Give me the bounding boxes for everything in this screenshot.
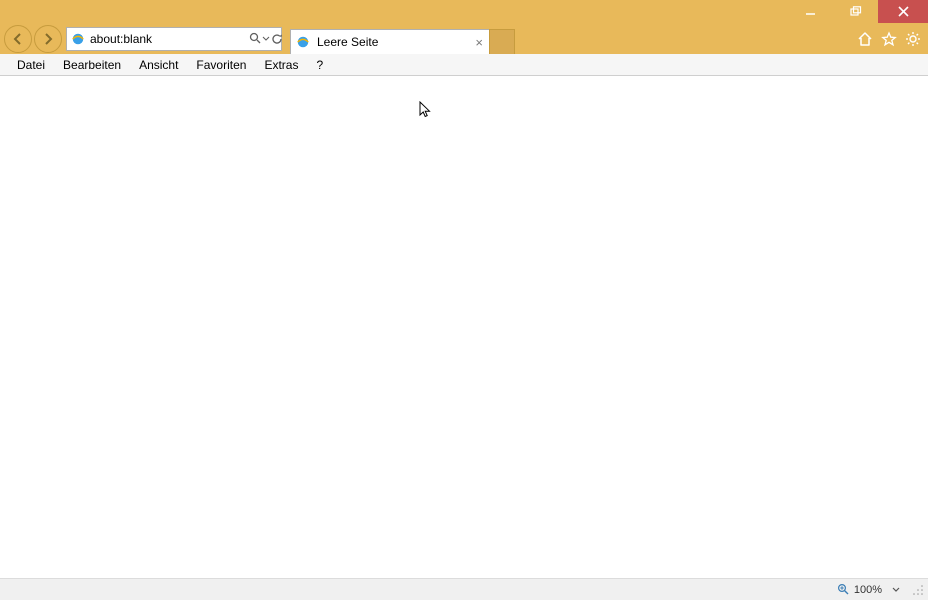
tabstrip: Leere Seite × [290, 23, 515, 54]
search-dropdown-button[interactable] [262, 28, 270, 50]
address-bar [66, 27, 282, 51]
tools-button[interactable] [902, 25, 924, 53]
menu-extras[interactable]: Extras [255, 56, 307, 74]
chevron-down-icon[interactable] [892, 586, 900, 594]
menubar: Datei Bearbeiten Ansicht Favoriten Extra… [0, 54, 928, 76]
resize-grip[interactable] [912, 584, 924, 596]
minimize-button[interactable] [788, 0, 833, 23]
search-button[interactable] [249, 28, 262, 50]
favorites-button[interactable] [878, 25, 900, 53]
zoom-control[interactable]: 100% [837, 583, 900, 596]
back-button[interactable] [4, 25, 32, 53]
menu-help[interactable]: ? [307, 56, 332, 74]
titlebar [0, 0, 928, 23]
menu-edit[interactable]: Bearbeiten [54, 56, 130, 74]
magnifier-icon [837, 583, 850, 596]
forward-button[interactable] [34, 25, 62, 53]
ie-logo-icon [70, 31, 86, 47]
menu-view[interactable]: Ansicht [130, 56, 187, 74]
page-content [0, 76, 928, 578]
statusbar: 100% [0, 578, 928, 600]
menu-favorites[interactable]: Favoriten [187, 56, 255, 74]
maximize-button[interactable] [833, 0, 878, 23]
url-input[interactable] [86, 32, 249, 46]
tab-close-button[interactable]: × [475, 36, 483, 49]
zoom-value: 100% [854, 584, 882, 596]
home-button[interactable] [854, 25, 876, 53]
ie-logo-icon [295, 34, 311, 50]
navigation-toolbar: Leere Seite × [0, 23, 928, 54]
new-tab-button[interactable] [489, 29, 515, 54]
menu-file[interactable]: Datei [8, 56, 54, 74]
tab-active[interactable]: Leere Seite × [290, 29, 490, 54]
close-button[interactable] [878, 0, 928, 23]
cursor-icon [419, 101, 433, 124]
tab-title: Leere Seite [317, 35, 469, 49]
refresh-button[interactable] [270, 28, 284, 50]
